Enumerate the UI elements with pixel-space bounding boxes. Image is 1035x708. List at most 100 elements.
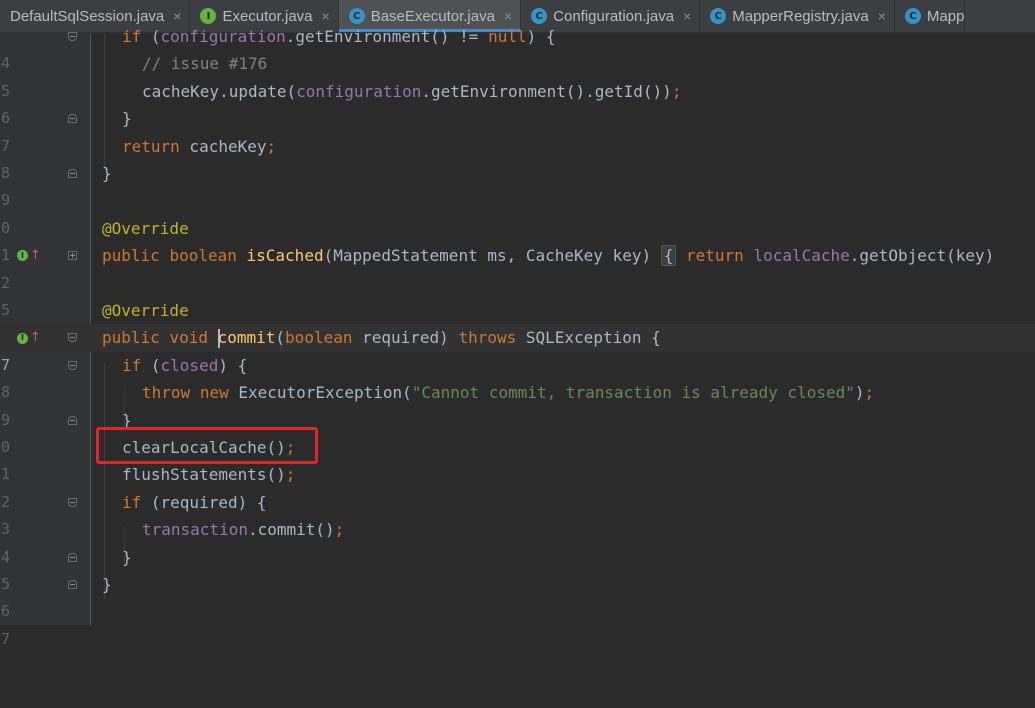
keyword: return xyxy=(686,246,744,266)
code-text: flushStatements() xyxy=(122,465,286,485)
method-name: commit xyxy=(217,328,276,348)
override-arrow-icon[interactable]: ↑ xyxy=(30,324,41,351)
tab-label: BaseExecutor.java xyxy=(370,7,495,25)
code-editor[interactable]: 4 if (configuration.getEnvironment() != … xyxy=(0,27,1035,648)
code-line[interactable]: 2 I ↑ public boolean isCached(MappedStat… xyxy=(0,242,1035,292)
code-line[interactable]: 1 @Override xyxy=(0,215,1035,264)
semicolon: ; xyxy=(266,136,277,156)
code-line[interactable]: 7 xyxy=(0,598,1035,648)
fold-marker-icon[interactable] xyxy=(68,32,77,41)
code-line[interactable]: 2 flushStatements(); xyxy=(0,461,1035,510)
annotation: @Override xyxy=(102,218,189,238)
expand-fold-icon[interactable] xyxy=(68,251,77,261)
close-icon[interactable]: × xyxy=(173,8,181,24)
fold-marker-icon[interactable] xyxy=(68,169,77,178)
gutter-markers[interactable]: I ↑ xyxy=(17,242,41,269)
code-line[interactable]: 8 if (closed) { xyxy=(0,352,1035,401)
folded-region[interactable]: { xyxy=(660,245,677,267)
fold-marker-icon[interactable] xyxy=(68,415,77,425)
code-line[interactable]: 5 xyxy=(0,270,1035,319)
fold-marker-icon[interactable] xyxy=(68,552,77,562)
code-line[interactable]: 8 return cacheKey; xyxy=(0,133,1035,182)
string-literal: "Cannot commit, transaction is already c… xyxy=(411,383,855,403)
annotation: @Override xyxy=(102,301,189,320)
keyword: if xyxy=(122,27,142,46)
gutter-markers[interactable]: I ↑ xyxy=(17,324,41,351)
code-text: ) { xyxy=(218,355,248,375)
semicolon: ; xyxy=(285,465,296,485)
code-line[interactable]: 4 if (configuration.getEnvironment() != … xyxy=(0,23,1035,72)
keyword: void xyxy=(169,328,208,348)
code-text: (required) { xyxy=(141,492,267,512)
code-line[interactable]: 4 transaction.commit(); xyxy=(0,516,1035,565)
semicolon: ; xyxy=(671,81,682,101)
code-line[interactable]: 7 I ↑ public void commit(boolean require… xyxy=(0,324,1035,374)
class-icon: C xyxy=(348,8,365,24)
code-line[interactable]: 6 cacheKey.update(configuration.getEnvir… xyxy=(0,78,1035,127)
code-text: ( xyxy=(141,355,161,375)
override-arrow-icon[interactable]: ↑ xyxy=(30,242,41,269)
code-text: } xyxy=(102,164,112,183)
fold-marker-icon[interactable] xyxy=(68,360,77,370)
code-text: SQLException { xyxy=(516,328,661,348)
close-icon[interactable]: × xyxy=(683,8,691,24)
code-line[interactable]: 6 @Override xyxy=(0,297,1035,346)
field-ref: closed xyxy=(160,355,219,375)
field-ref: localCache xyxy=(753,246,850,266)
code-line[interactable]: 9 } xyxy=(0,160,1035,209)
fold-marker-icon[interactable] xyxy=(68,497,77,507)
keyword: null xyxy=(488,27,527,46)
fold-marker-icon[interactable] xyxy=(68,580,77,589)
code-line[interactable]: 9 throw new ExecutorException("Cannot co… xyxy=(0,379,1035,428)
code-text: ) xyxy=(854,383,865,403)
keyword: throws xyxy=(458,328,517,348)
class-icon: C xyxy=(904,8,921,24)
code-text: .commit() xyxy=(247,520,335,540)
code-text: } xyxy=(122,547,132,567)
implements-icon[interactable]: I xyxy=(17,332,28,344)
field-ref: transaction xyxy=(142,520,248,540)
code-text: .getObject(key) xyxy=(849,246,995,266)
keyword: public xyxy=(102,246,160,266)
code-text: cacheKey.update( xyxy=(142,81,297,101)
field-ref: configuration xyxy=(160,27,286,46)
method-name: isCached xyxy=(246,246,324,266)
line-number: 7 xyxy=(0,629,10,648)
keyword: return xyxy=(122,136,180,156)
fold-marker-icon[interactable] xyxy=(68,333,77,343)
code-text: ExecutorException( xyxy=(228,383,412,403)
keyword: boolean xyxy=(169,246,237,266)
code-line[interactable]: 5 } xyxy=(0,544,1035,593)
code-text: .getEnvironment().getId()) xyxy=(421,81,672,101)
code-line[interactable]: 5 // issue #176 xyxy=(0,50,1035,99)
fold-marker-icon[interactable] xyxy=(68,114,77,124)
class-icon: C xyxy=(710,8,727,24)
keyword: if xyxy=(122,492,142,512)
tab-label: Configuration.java xyxy=(553,7,675,25)
tab-label: MapperRegistry.java xyxy=(732,7,869,25)
tab-label: Mapp xyxy=(926,7,965,25)
semicolon: ; xyxy=(334,520,345,540)
close-icon[interactable]: × xyxy=(878,8,886,24)
keyword: throw xyxy=(142,383,191,403)
code-text: required) xyxy=(352,328,459,348)
code-line[interactable]: 7 } xyxy=(0,105,1035,154)
code-text: } xyxy=(122,109,132,129)
code-line[interactable]: 3 if (required) { xyxy=(0,489,1035,538)
code-line[interactable]: 0 xyxy=(0,187,1035,237)
keyword: public xyxy=(102,328,160,348)
keyword: new xyxy=(199,383,229,403)
close-icon[interactable]: × xyxy=(322,8,330,24)
interface-icon: I xyxy=(200,8,217,24)
code-text: ) { xyxy=(526,27,556,46)
tab-label: DefaultSqlSession.java xyxy=(10,7,165,25)
code-text: (MappedStatement ms, CacheKey key) xyxy=(323,246,652,266)
code-text: ( xyxy=(275,328,286,348)
semicolon: ; xyxy=(864,383,875,403)
implements-icon[interactable]: I xyxy=(17,250,28,262)
code-line[interactable]: 6 } xyxy=(0,571,1035,620)
close-icon[interactable]: × xyxy=(504,8,512,24)
keyword: if xyxy=(122,355,142,375)
code-text: .getEnvironment() != xyxy=(285,27,489,46)
code-text: ( xyxy=(141,27,161,46)
